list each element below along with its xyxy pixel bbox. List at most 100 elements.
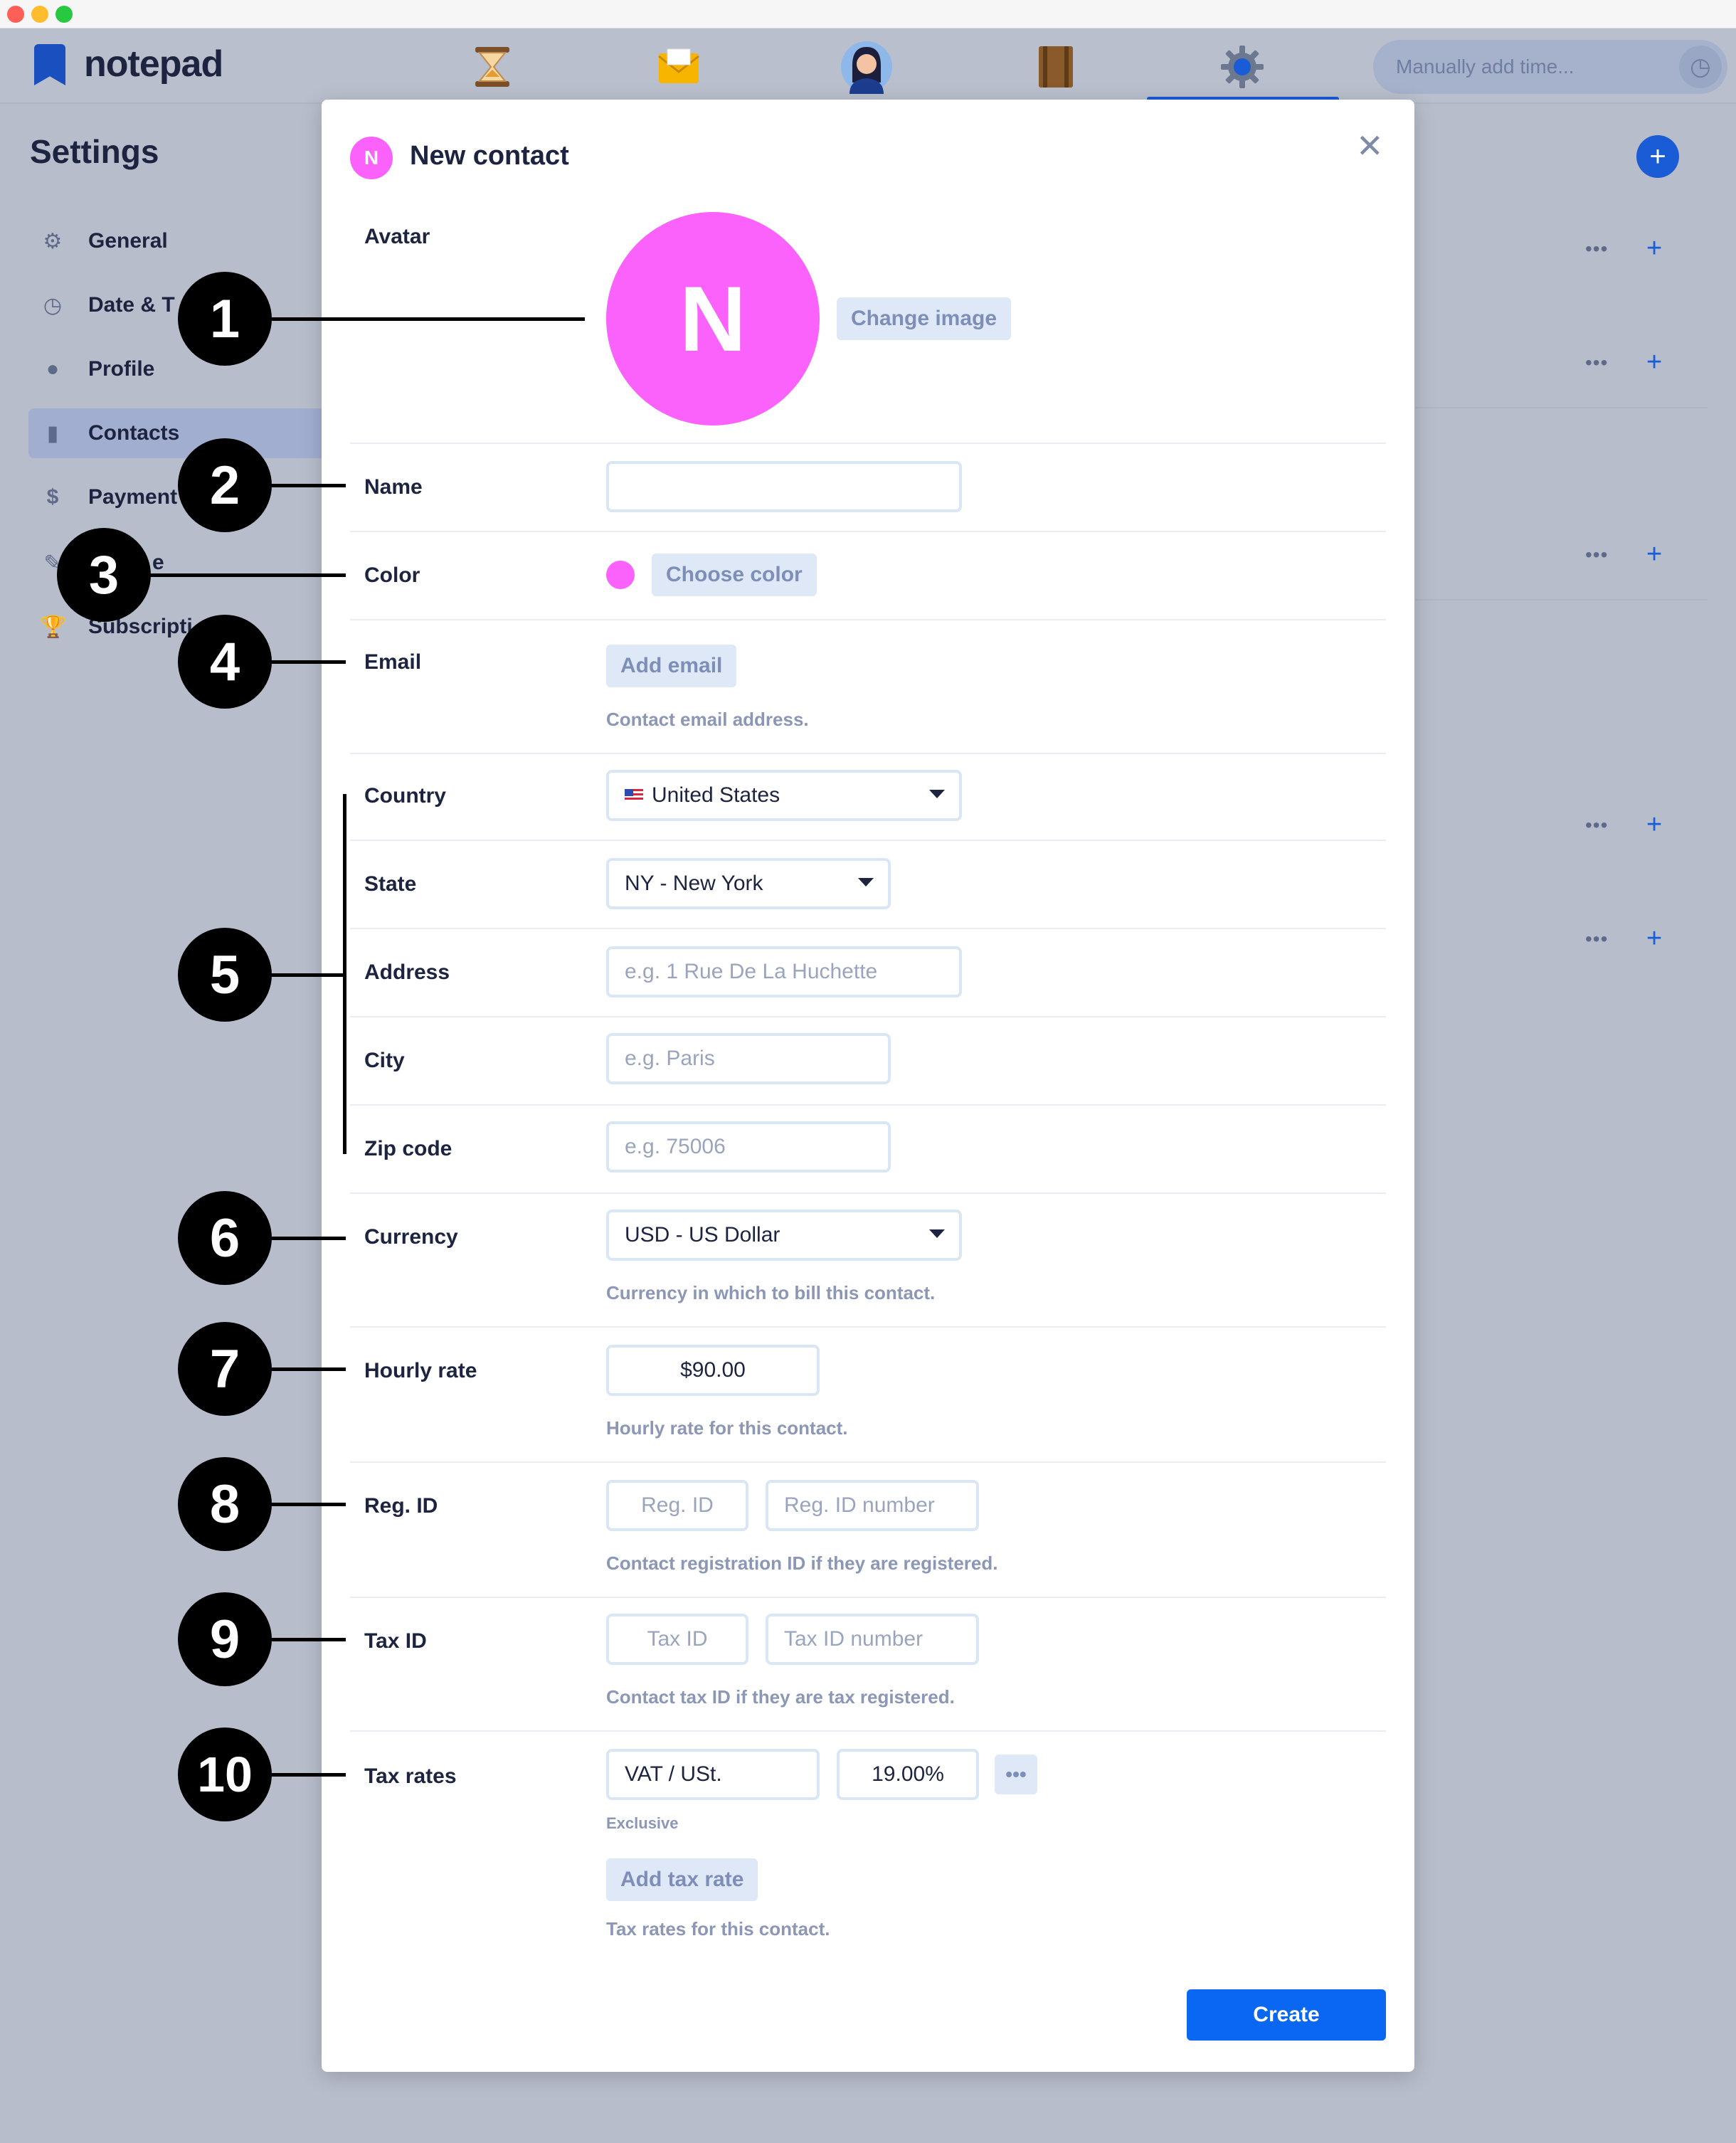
callout-leader — [270, 1773, 346, 1777]
zip-code-input[interactable]: e.g. 75006 — [606, 1121, 891, 1173]
divider — [350, 928, 1386, 929]
more-icon[interactable]: ••• — [1585, 814, 1608, 837]
person-icon: ● — [46, 357, 60, 381]
callout-leader — [270, 1503, 346, 1506]
clock-icon[interactable]: ◷ — [1679, 46, 1722, 88]
tax-id-number-input[interactable]: Tax ID number — [766, 1614, 979, 1665]
money-bag-icon: $ — [46, 485, 59, 509]
color-swatch[interactable] — [606, 561, 635, 589]
hourly-rate-input[interactable]: $90.00 — [606, 1345, 820, 1396]
callout-leader — [270, 1237, 346, 1240]
state-value: NY - New York — [625, 872, 763, 895]
more-icon[interactable]: ••• — [1585, 928, 1608, 951]
divider — [350, 1326, 1386, 1328]
chevron-down-icon — [929, 790, 945, 798]
divider — [1416, 599, 1708, 600]
clock-icon: ◷ — [43, 293, 63, 317]
add-icon[interactable]: + — [1646, 924, 1662, 954]
divider — [350, 531, 1386, 532]
add-tax-rate-button[interactable]: Add tax rate — [606, 1858, 758, 1901]
hourly-rate-label: Hourly rate — [364, 1359, 477, 1382]
tax-id-input[interactable]: Tax ID — [606, 1614, 748, 1665]
add-icon[interactable]: + — [1646, 347, 1662, 378]
avatar-label: Avatar — [364, 225, 430, 248]
add-icon[interactable]: + — [1646, 233, 1662, 264]
sidebar-item-label: Payment — [88, 485, 178, 509]
divider — [350, 1461, 1386, 1463]
reg-id-number-input[interactable]: Reg. ID number — [766, 1480, 979, 1531]
address-input[interactable]: e.g. 1 Rue De La Huchette — [606, 946, 962, 998]
callout-1: 1 — [178, 272, 272, 366]
more-icon[interactable]: ••• — [1585, 351, 1608, 374]
callout-7: 7 — [178, 1322, 272, 1416]
city-label: City — [364, 1049, 405, 1072]
tax-rate-more-button[interactable]: ••• — [995, 1755, 1037, 1794]
more-icon[interactable]: ••• — [1585, 238, 1608, 260]
add-icon[interactable]: + — [1646, 539, 1662, 570]
callout-leader — [142, 573, 346, 577]
window-titlebar — [0, 0, 1736, 28]
color-label: Color — [364, 563, 420, 587]
sidebar-item-general[interactable]: ⚙ General — [28, 216, 327, 266]
country-label: Country — [364, 784, 446, 808]
timer-icon[interactable] — [464, 38, 521, 95]
more-icon[interactable]: ••• — [1585, 544, 1608, 566]
settings-icon[interactable] — [1214, 38, 1271, 95]
state-label: State — [364, 872, 417, 896]
add-icon[interactable]: + — [1646, 810, 1662, 840]
avatar[interactable]: N — [606, 212, 820, 425]
city-input[interactable]: e.g. Paris — [606, 1033, 891, 1084]
close-window-button[interactable] — [7, 6, 24, 23]
tax-mode-label[interactable]: Exclusive — [606, 1814, 679, 1833]
sidebar-item-label: Contacts — [88, 421, 180, 445]
country-select[interactable]: United States — [606, 770, 962, 821]
manual-time-placeholder: Manually add time... — [1396, 55, 1574, 78]
callout-leader — [270, 1367, 346, 1371]
state-select[interactable]: NY - New York — [606, 858, 891, 909]
book-icon[interactable] — [1027, 38, 1084, 95]
modal-title: New contact — [410, 141, 569, 171]
minimize-window-button[interactable] — [31, 6, 48, 23]
sidebar-item-label: e — [152, 551, 164, 574]
sidebar-item-label: Date & T — [88, 293, 175, 317]
avatar-icon[interactable] — [838, 38, 895, 95]
choose-color-button[interactable]: Choose color — [652, 554, 817, 596]
change-image-button[interactable]: Change image — [837, 297, 1012, 340]
trophy-icon: 🏆 — [40, 615, 67, 639]
bookmark-icon: ▮ — [46, 421, 59, 445]
callout-9: 9 — [178, 1592, 272, 1686]
callout-6: 6 — [178, 1191, 272, 1285]
manual-time-input[interactable]: Manually add time... ◷ — [1373, 40, 1727, 94]
chevron-down-icon — [858, 878, 874, 887]
maximize-window-button[interactable] — [55, 6, 73, 23]
name-input[interactable] — [606, 461, 962, 512]
tax-id-help: Contact tax ID if they are tax registere… — [606, 1686, 955, 1708]
add-contact-button[interactable]: + — [1636, 135, 1679, 178]
zip-code-label: Zip code — [364, 1137, 452, 1160]
reg-id-label: Reg. ID — [364, 1494, 438, 1518]
address-label: Address — [364, 961, 450, 984]
tax-rate-percent-input[interactable]: 19.00% — [837, 1749, 979, 1800]
divider — [350, 1730, 1386, 1732]
add-email-button[interactable]: Add email — [606, 645, 737, 687]
currency-value: USD - US Dollar — [625, 1223, 780, 1247]
close-icon[interactable]: ✕ — [1356, 127, 1384, 165]
divider — [1416, 407, 1708, 408]
new-contact-modal: N New contact ✕ Avatar N Change image Na… — [322, 100, 1414, 2072]
inbox-icon[interactable] — [650, 38, 707, 95]
sidebar-item-label: Profile — [88, 357, 155, 381]
sidebar-item-contacts[interactable]: ▮ Contacts — [28, 408, 327, 458]
tax-rates-help: Tax rates for this contact. — [606, 1918, 830, 1940]
callout-leader — [270, 484, 346, 487]
contact-badge: N — [350, 137, 393, 179]
sidebar-item-profile[interactable]: ● Profile — [28, 344, 327, 394]
name-label: Name — [364, 475, 423, 499]
currency-select[interactable]: USD - US Dollar — [606, 1210, 962, 1261]
create-button[interactable]: Create — [1187, 1989, 1386, 2041]
divider — [350, 753, 1386, 754]
tax-rate-name-input[interactable]: VAT / USt. — [606, 1749, 820, 1800]
us-flag-icon — [625, 789, 643, 802]
reg-id-input[interactable]: Reg. ID — [606, 1480, 748, 1531]
divider — [350, 1104, 1386, 1106]
reg-id-help: Contact registration ID if they are regi… — [606, 1552, 998, 1574]
